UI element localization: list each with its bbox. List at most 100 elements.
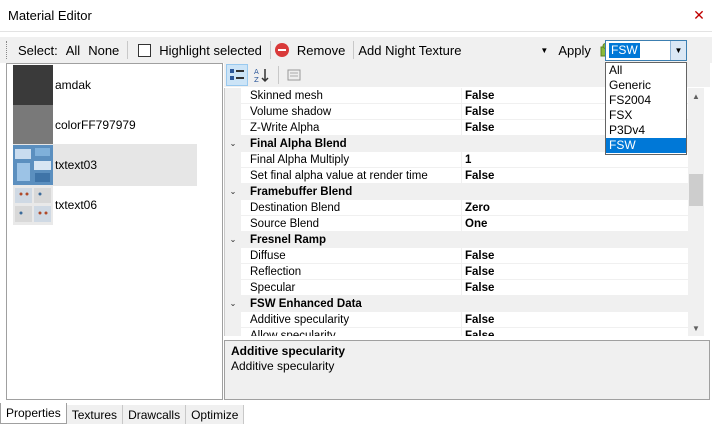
property-category[interactable]: ⌄ FSW Enhanced Data <box>225 296 688 312</box>
chevron-down-icon[interactable]: ▼ <box>670 41 686 60</box>
material-thumbnail <box>13 145 53 185</box>
material-thumbnail <box>13 105 53 145</box>
property-value[interactable]: One <box>462 216 688 232</box>
apply-button[interactable]: Apply <box>554 43 595 58</box>
property-value[interactable]: False <box>462 264 688 280</box>
row-gutter <box>225 328 241 336</box>
property-name: Specular <box>241 280 462 296</box>
row-gutter <box>225 312 241 328</box>
platform-option[interactable]: FS2004 <box>606 93 686 108</box>
tab-properties[interactable]: Properties <box>0 403 67 424</box>
material-list-item[interactable]: txtext06 <box>13 184 197 226</box>
help-description: Additive specularity <box>231 359 335 373</box>
scroll-down-icon[interactable]: ▼ <box>688 320 704 336</box>
select-all-button[interactable]: All <box>62 43 84 58</box>
toolbar-grip[interactable] <box>6 41 14 59</box>
select-none-button[interactable]: None <box>84 43 123 58</box>
property-category[interactable]: ⌄ Framebuffer Blend <box>225 184 688 200</box>
toolbar-separator <box>269 41 271 59</box>
toolbar-separator <box>353 41 355 59</box>
row-gutter <box>225 104 241 120</box>
tab-optimize[interactable]: Optimize <box>186 405 245 424</box>
material-list[interactable]: amdak colorFF797979 txtext03 txtext06 <box>6 63 223 400</box>
property-row[interactable]: Additive specularity False <box>225 312 688 328</box>
alphabetical-sort-icon[interactable]: A Z <box>250 64 272 86</box>
property-row[interactable]: Destination Blend Zero <box>225 200 688 216</box>
platform-option[interactable]: Generic <box>606 78 686 93</box>
category-name: FSW Enhanced Data <box>250 298 362 310</box>
svg-text:Z: Z <box>254 76 259 83</box>
property-value[interactable]: False <box>462 312 688 328</box>
platform-option[interactable]: FSX <box>606 108 686 123</box>
row-gutter <box>225 248 241 264</box>
property-value[interactable]: False <box>462 280 688 296</box>
select-label: Select: <box>18 42 58 58</box>
property-name: Diffuse <box>241 248 462 264</box>
platform-select[interactable]: FSW ▼ <box>605 40 687 61</box>
tab-textures[interactable]: Textures <box>66 405 124 424</box>
property-row[interactable]: Allow specularity... False <box>225 328 688 336</box>
row-gutter <box>225 88 241 104</box>
property-name: Final Alpha Multiply <box>241 152 462 168</box>
material-thumbnail <box>13 65 53 105</box>
category-name: Framebuffer Blend <box>250 186 353 198</box>
property-grid-scrollbar[interactable]: ▲ ▼ <box>688 88 704 336</box>
remove-icon[interactable] <box>274 43 289 57</box>
material-name: amdak <box>55 78 92 92</box>
property-row[interactable]: Reflection False <box>225 264 688 280</box>
bottom-tabs: Properties Textures Drawcalls Optimize <box>0 403 712 424</box>
platform-option[interactable]: FSW <box>606 138 686 153</box>
collapse-icon[interactable]: ⌄ <box>225 296 241 312</box>
property-value[interactable]: False <box>462 328 688 336</box>
property-name: Reflection <box>241 264 462 280</box>
title-bar: Material Editor ✕ <box>0 0 712 32</box>
property-value[interactable]: False <box>462 248 688 264</box>
property-value[interactable]: Zero <box>462 200 688 216</box>
material-list-item[interactable]: amdak <box>13 64 197 106</box>
row-gutter <box>225 120 241 136</box>
material-list-item[interactable]: colorFF797979 <box>13 104 197 146</box>
row-gutter <box>225 264 241 280</box>
property-name: Additive specularity <box>241 312 462 328</box>
platform-option[interactable]: P3Dv4 <box>606 123 686 138</box>
platform-dropdown-list: All Generic FS2004 FSX P3Dv4 FSW <box>605 62 687 155</box>
highlight-selected-label[interactable]: Highlight selected <box>155 43 266 58</box>
material-name: txtext06 <box>55 198 98 212</box>
highlight-selected-checkbox[interactable] <box>138 43 152 57</box>
property-category[interactable]: ⌄ Fresnel Ramp <box>225 232 688 248</box>
property-row[interactable]: Source Blend One <box>225 216 688 232</box>
material-thumbnail <box>13 185 53 225</box>
collapse-icon[interactable]: ⌄ <box>225 232 241 248</box>
platform-option[interactable]: All <box>606 63 686 78</box>
svg-text:A: A <box>254 68 259 76</box>
window-title: Material Editor <box>8 8 92 23</box>
scroll-up-icon[interactable]: ▲ <box>688 88 704 104</box>
toolbar-separator <box>278 66 279 84</box>
category-name: Fresnel Ramp <box>250 234 327 246</box>
material-list-item[interactable]: txtext03 <box>13 144 197 186</box>
close-icon[interactable]: ✕ <box>692 7 706 23</box>
scrollbar-thumb[interactable] <box>689 174 703 206</box>
tab-drawcalls[interactable]: Drawcalls <box>123 405 187 424</box>
property-row[interactable]: Specular False <box>225 280 688 296</box>
remove-button[interactable]: Remove <box>293 43 349 58</box>
property-pages-icon[interactable] <box>283 64 305 86</box>
property-value[interactable]: False <box>462 168 688 184</box>
add-night-texture-label: Add Night Texture <box>358 42 462 58</box>
material-name: txtext03 <box>55 158 98 172</box>
row-gutter <box>225 152 241 168</box>
property-help-pane: Additive specularity Additive specularit… <box>224 340 710 400</box>
category-name: Final Alpha Blend <box>250 138 347 150</box>
property-name: Volume shadow <box>241 104 462 120</box>
add-night-texture-dropdown[interactable]: Add Night Texture ▼ <box>358 43 554 58</box>
property-row[interactable]: Set final alpha value at render time Fals… <box>225 168 688 184</box>
categorized-view-icon[interactable] <box>226 64 248 86</box>
row-gutter <box>225 200 241 216</box>
collapse-icon[interactable]: ⌄ <box>225 184 241 200</box>
property-name: Skinned mesh <box>241 88 462 104</box>
toolbar-separator <box>127 41 129 59</box>
help-title: Additive specularity <box>231 344 346 358</box>
row-gutter <box>225 168 241 184</box>
collapse-icon[interactable]: ⌄ <box>225 136 241 152</box>
property-row[interactable]: Diffuse False <box>225 248 688 264</box>
